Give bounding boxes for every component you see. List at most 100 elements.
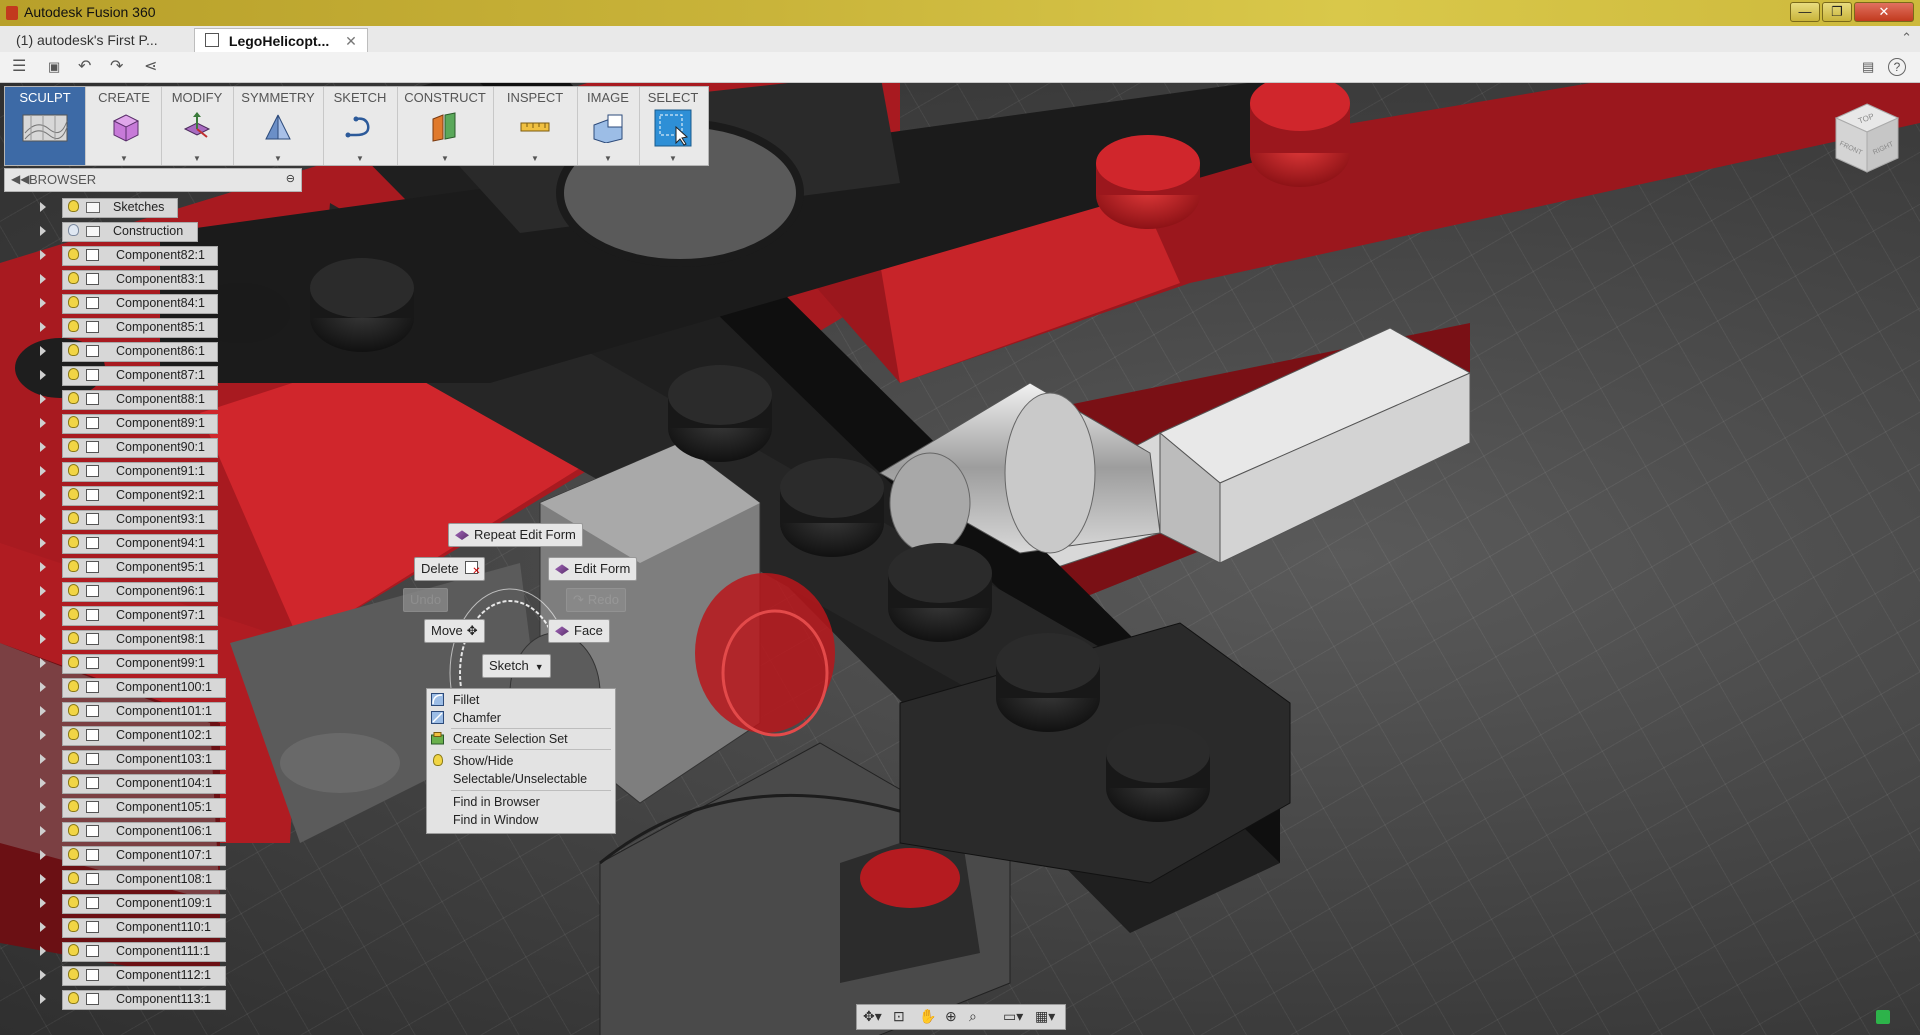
visibility-lightbulb-icon[interactable] bbox=[68, 584, 79, 596]
3d-viewport[interactable] bbox=[0, 83, 1920, 1035]
comment-icon[interactable]: ▤ bbox=[1862, 58, 1874, 76]
visibility-lightbulb-icon[interactable] bbox=[68, 440, 79, 452]
visibility-lightbulb-icon[interactable] bbox=[68, 800, 79, 812]
browser-component-row[interactable]: Component100:1 bbox=[0, 677, 240, 698]
undo-icon[interactable]: ↶ bbox=[78, 58, 91, 76]
expand-arrow-icon[interactable] bbox=[40, 850, 46, 860]
expand-arrow-icon[interactable] bbox=[40, 490, 46, 500]
browser-folder-row[interactable]: Construction bbox=[0, 221, 240, 242]
expand-arrow-icon[interactable] bbox=[40, 394, 46, 404]
expand-arrow-icon[interactable] bbox=[40, 538, 46, 548]
expand-arrow-icon[interactable] bbox=[40, 610, 46, 620]
help-icon[interactable]: ? bbox=[1888, 58, 1906, 76]
context-menu-show-hide[interactable]: Show/Hide bbox=[427, 752, 615, 770]
browser-component-row[interactable]: Component82:1 bbox=[0, 245, 240, 266]
browser-component-row[interactable]: Component91:1 bbox=[0, 461, 240, 482]
zoom-window-icon[interactable]: ⊕ bbox=[945, 1008, 957, 1025]
expand-arrow-icon[interactable] bbox=[40, 706, 46, 716]
visibility-lightbulb-icon[interactable] bbox=[68, 416, 79, 428]
visibility-lightbulb-icon[interactable] bbox=[68, 608, 79, 620]
visibility-lightbulb-icon[interactable] bbox=[68, 752, 79, 764]
visibility-lightbulb-icon[interactable] bbox=[68, 320, 79, 332]
visibility-lightbulb-icon[interactable] bbox=[68, 992, 79, 1004]
browser-component-row[interactable]: Component94:1 bbox=[0, 533, 240, 554]
browser-folder-row[interactable]: Sketches bbox=[0, 197, 240, 218]
expand-arrow-icon[interactable] bbox=[40, 754, 46, 764]
expand-arrow-icon[interactable] bbox=[40, 514, 46, 524]
pan-hand-icon[interactable]: ✋ bbox=[919, 1008, 936, 1025]
browser-component-row[interactable]: Component87:1 bbox=[0, 365, 240, 386]
minimize-button[interactable]: — bbox=[1790, 2, 1820, 22]
visibility-lightbulb-icon[interactable] bbox=[68, 392, 79, 404]
visibility-lightbulb-icon[interactable] bbox=[68, 488, 79, 500]
marking-menu-redo[interactable]: ↷ Redo bbox=[566, 588, 626, 612]
visibility-lightbulb-icon[interactable] bbox=[68, 704, 79, 716]
browser-component-row[interactable]: Component107:1 bbox=[0, 845, 240, 866]
browser-component-row[interactable]: Component93:1 bbox=[0, 509, 240, 530]
expand-arrow-icon[interactable] bbox=[40, 658, 46, 668]
visibility-lightbulb-icon[interactable] bbox=[68, 944, 79, 956]
expand-arrow-icon[interactable] bbox=[40, 682, 46, 692]
browser-component-row[interactable]: Component97:1 bbox=[0, 605, 240, 626]
grid-settings-icon[interactable]: ▦▾ bbox=[1035, 1008, 1055, 1025]
expand-arrow-icon[interactable] bbox=[40, 874, 46, 884]
toolbar-group-sketch[interactable]: SKETCH ▼ bbox=[323, 87, 398, 165]
lego-helicopter-model[interactable] bbox=[0, 83, 1920, 1035]
expand-arrow-icon[interactable] bbox=[40, 466, 46, 476]
expand-arrow-icon[interactable] bbox=[40, 274, 46, 284]
visibility-lightbulb-icon[interactable] bbox=[68, 248, 79, 260]
browser-component-row[interactable]: Component86:1 bbox=[0, 341, 240, 362]
expand-arrow-icon[interactable] bbox=[40, 370, 46, 380]
expand-arrow-icon[interactable] bbox=[40, 898, 46, 908]
close-window-button[interactable]: ✕ bbox=[1854, 2, 1914, 22]
maximize-button[interactable]: ❐ bbox=[1822, 2, 1852, 22]
visibility-lightbulb-icon[interactable] bbox=[68, 512, 79, 524]
visibility-lightbulb-icon[interactable] bbox=[68, 632, 79, 644]
menu-icon[interactable]: ☰ bbox=[12, 58, 26, 76]
expand-arrow-icon[interactable] bbox=[40, 346, 46, 356]
browser-component-row[interactable]: Component109:1 bbox=[0, 893, 240, 914]
browser-component-row[interactable]: Component84:1 bbox=[0, 293, 240, 314]
marking-menu-sketch[interactable]: Sketch ▼ bbox=[482, 654, 551, 678]
marking-menu-face[interactable]: Face bbox=[548, 619, 610, 643]
visibility-lightbulb-icon[interactable] bbox=[68, 776, 79, 788]
toolbar-group-symmetry[interactable]: SYMMETRY ▼ bbox=[233, 87, 324, 165]
visibility-lightbulb-icon[interactable] bbox=[68, 920, 79, 932]
view-cube[interactable]: TOP FRONT RIGHT bbox=[1832, 100, 1902, 176]
toolbar-group-select[interactable]: SELECT ▼ bbox=[639, 87, 707, 165]
context-menu-selectable[interactable]: Selectable/Unselectable bbox=[427, 770, 615, 788]
browser-component-row[interactable]: Component98:1 bbox=[0, 629, 240, 650]
visibility-lightbulb-icon[interactable] bbox=[68, 680, 79, 692]
expand-arrow-icon[interactable] bbox=[40, 418, 46, 428]
visibility-lightbulb-icon[interactable] bbox=[68, 368, 79, 380]
browser-component-row[interactable]: Component83:1 bbox=[0, 269, 240, 290]
dropdown-arrow-icon[interactable]: ▼ bbox=[604, 154, 612, 163]
expand-arrow-icon[interactable] bbox=[40, 298, 46, 308]
expand-arrow-icon[interactable] bbox=[40, 226, 46, 236]
expand-arrow-icon[interactable] bbox=[40, 586, 46, 596]
browser-component-row[interactable]: Component113:1 bbox=[0, 989, 240, 1010]
visibility-lightbulb-icon[interactable] bbox=[68, 656, 79, 668]
browser-component-row[interactable]: Component99:1 bbox=[0, 653, 240, 674]
browser-component-row[interactable]: Component102:1 bbox=[0, 725, 240, 746]
browser-component-row[interactable]: Component104:1 bbox=[0, 773, 240, 794]
marking-menu-delete[interactable]: Delete ✕ bbox=[414, 557, 485, 581]
toolbar-group-inspect[interactable]: INSPECT ▼ bbox=[493, 87, 578, 165]
visibility-lightbulb-icon[interactable] bbox=[68, 296, 79, 308]
context-menu-chamfer[interactable]: Chamfer bbox=[427, 709, 615, 727]
context-menu-find-in-browser[interactable]: Find in Browser bbox=[427, 793, 615, 811]
context-menu-create-selection-set[interactable]: Create Selection Set bbox=[427, 730, 615, 748]
toolbar-group-construct[interactable]: CONSTRUCT ▼ bbox=[397, 87, 494, 165]
visibility-lightbulb-icon[interactable] bbox=[68, 872, 79, 884]
expand-arrow-icon[interactable] bbox=[40, 634, 46, 644]
look-at-icon[interactable]: ⊡ bbox=[893, 1008, 905, 1025]
expand-arrow-icon[interactable] bbox=[40, 322, 46, 332]
toolbar-group-create[interactable]: CREATE ▼ bbox=[87, 87, 162, 165]
tab-lego-helicopter[interactable]: LegoHelicopt... ✕ bbox=[194, 28, 368, 53]
context-menu-find-in-window[interactable]: Find in Window bbox=[427, 811, 615, 829]
tab-first-project[interactable]: (1) autodesk's First P... bbox=[6, 28, 168, 52]
expand-arrow-icon[interactable] bbox=[40, 970, 46, 980]
expand-arrow-icon[interactable] bbox=[40, 442, 46, 452]
dropdown-arrow-icon[interactable]: ▼ bbox=[274, 154, 282, 163]
visibility-lightbulb-icon[interactable] bbox=[68, 824, 79, 836]
